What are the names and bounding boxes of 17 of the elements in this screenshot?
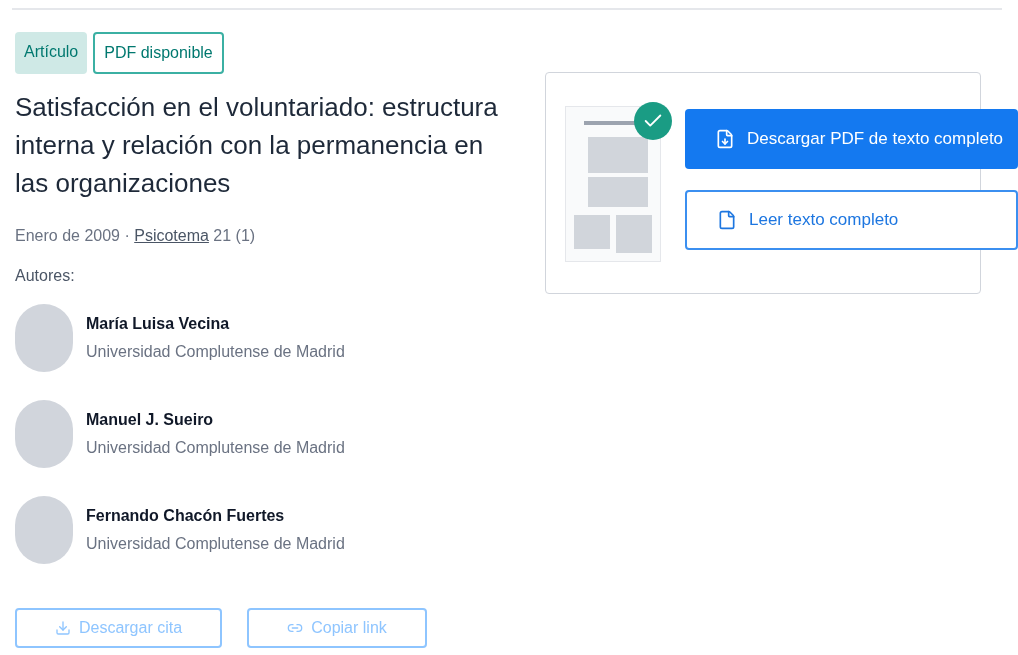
author-name[interactable]: María Luisa Vecina: [86, 312, 345, 336]
author-affiliation: Universidad Complutense de Madrid: [86, 342, 345, 362]
download-icon: [54, 620, 71, 636]
author-affiliation: Universidad Complutense de Madrid: [86, 438, 345, 458]
author-name[interactable]: Manuel J. Sueiro: [86, 408, 345, 432]
document-icon: [717, 210, 737, 230]
author-affiliation: Universidad Complutense de Madrid: [86, 534, 345, 554]
authors-label: Autores:: [15, 266, 76, 286]
journal-link[interactable]: Psicotema: [134, 227, 209, 244]
author-name[interactable]: Fernando Chacón Fuertes: [86, 504, 345, 528]
read-text-button[interactable]: Leer texto completo: [685, 190, 1018, 250]
type-tag: PDF disponible: [93, 32, 224, 74]
article-title: Satisfacción en el voluntariado: estructura interna y relación con la permanencia en las organizaciones: [15, 91, 499, 200]
download-pdf-button[interactable]: Descargar PDF de texto completo: [685, 109, 1018, 169]
type-tag: Artículo: [15, 32, 88, 74]
publication-info: Enero de 2009 · Psicotema 21 (1): [15, 226, 257, 246]
file-download-icon: [715, 129, 735, 149]
